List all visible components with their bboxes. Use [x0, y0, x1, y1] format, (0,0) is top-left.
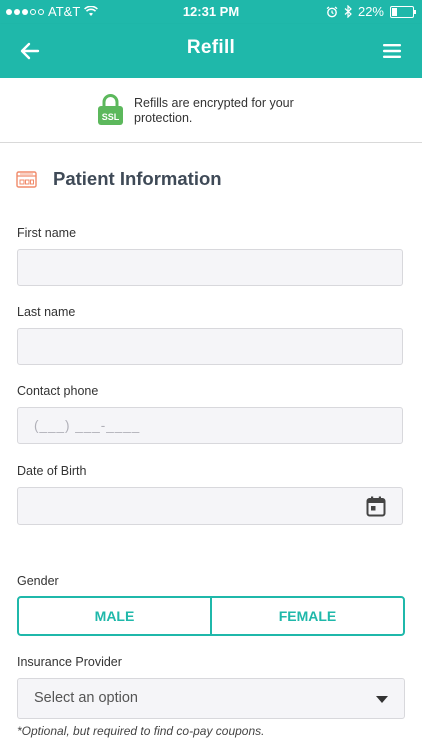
ssl-notice: SSL Refills are encrypted for your prote…: [0, 78, 422, 143]
dob-label: Date of Birth: [17, 464, 87, 478]
ssl-message: Refills are encrypted for your protectio…: [134, 96, 294, 125]
dropdown-arrow-icon: [376, 696, 388, 703]
battery-icon: [390, 5, 416, 18]
insurance-note: *Optional, but required to find co-pay c…: [17, 724, 265, 738]
contact-phone-field[interactable]: (___) ___-____: [17, 407, 403, 444]
gender-male-button[interactable]: MALE: [19, 598, 210, 634]
insurance-selected-value: Select an option: [34, 690, 138, 706]
calendar-icon[interactable]: [366, 496, 386, 517]
gender-female-button[interactable]: FEMALE: [210, 598, 403, 634]
page-title: Refill: [186, 37, 236, 58]
first-name-field[interactable]: [17, 249, 403, 286]
dob-field[interactable]: [17, 487, 403, 525]
card-icon: [16, 170, 37, 188]
bluetooth-icon: [344, 5, 352, 18]
status-bar: AT&T 12:31 PM 22%: [0, 0, 422, 24]
ssl-lock-icon: SSL: [98, 94, 123, 125]
alarm-icon: [326, 5, 338, 17]
insurance-label: Insurance Provider: [17, 655, 122, 669]
contact-phone-label: Contact phone: [17, 384, 99, 398]
last-name-label: Last name: [17, 305, 76, 319]
first-name-label: First name: [17, 226, 77, 240]
section-title: Patient Information: [53, 168, 222, 189]
status-right: 22%: [326, 4, 416, 19]
last-name-field[interactable]: [17, 328, 403, 365]
insurance-select[interactable]: Select an option: [17, 678, 405, 719]
battery-percent: 22%: [357, 4, 384, 19]
gender-toggle: MALE FEMALE: [17, 596, 405, 636]
nav-bar: Refill: [0, 24, 422, 78]
section-header: Patient Information: [16, 168, 222, 190]
contact-phone-placeholder: (___) ___-____: [34, 418, 141, 433]
ssl-badge-text: SSL: [102, 112, 120, 122]
menu-button[interactable]: [378, 37, 406, 65]
gender-label: Gender: [17, 574, 59, 588]
hamburger-menu-icon: [383, 44, 401, 58]
